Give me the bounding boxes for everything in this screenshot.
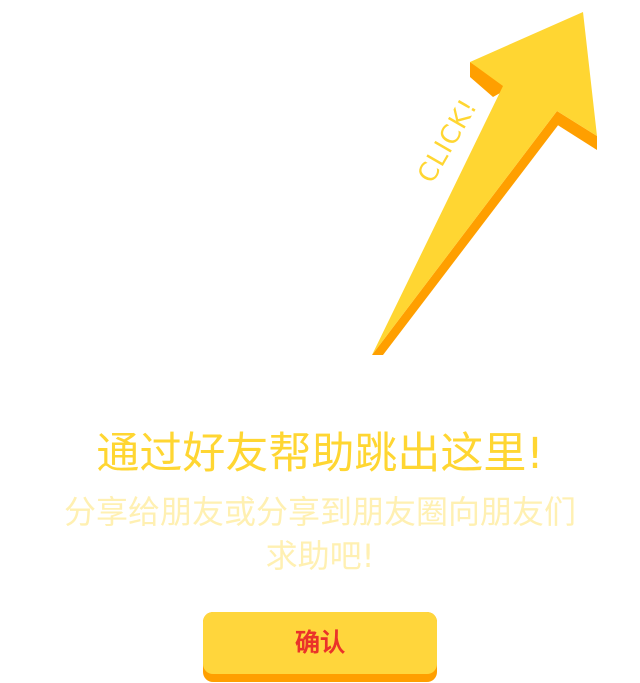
confirm-button-label: 确认 [203,612,437,674]
share-guide-overlay: CLICK! 通过好友帮助跳出这里! 分享给朋友或分享到朋友圈向朋友们求助吧! … [0,0,640,683]
share-arrow-pointer: CLICK! [0,0,640,380]
up-right-arrow-icon [372,12,597,355]
share-instruction: 分享给朋友或分享到朋友圈向朋友们求助吧! [63,493,576,575]
confirm-button[interactable]: 确认 [203,612,437,682]
help-title: 通过好友帮助跳出这里! [96,429,544,479]
